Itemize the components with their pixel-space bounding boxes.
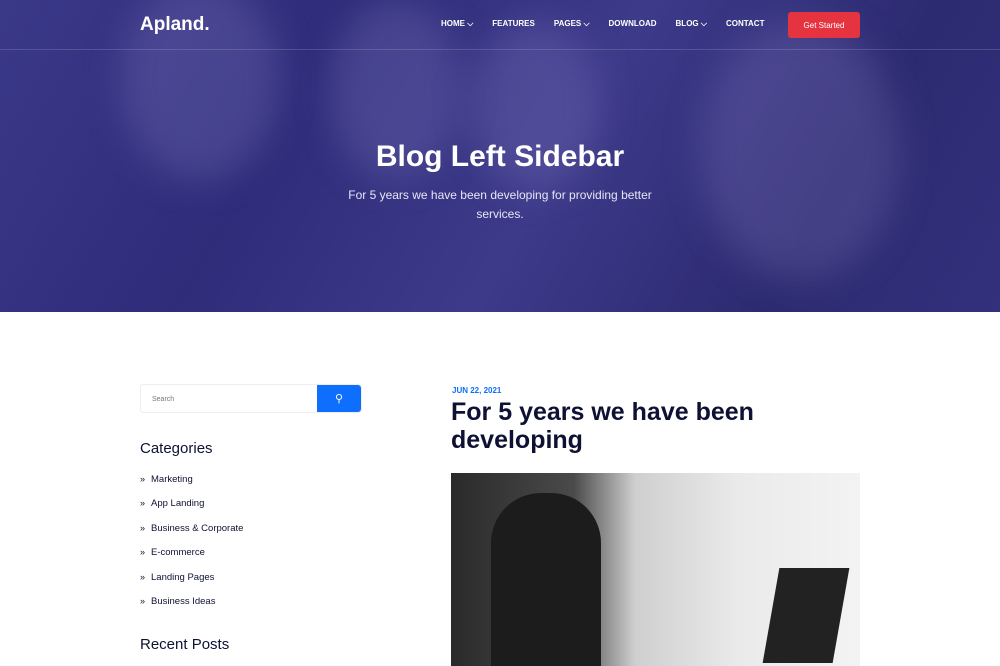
- search-box: Search ⚲: [140, 384, 362, 413]
- search-icon: ⚲: [334, 393, 344, 405]
- nav-blog[interactable]: BLOG ⌵: [676, 19, 707, 29]
- search-button[interactable]: ⚲: [317, 385, 361, 412]
- post-image: [451, 473, 860, 666]
- nav-features[interactable]: FEATURES: [492, 19, 535, 29]
- chevrons-icon: »: [140, 498, 146, 509]
- recent-posts-heading: Recent Posts: [140, 636, 230, 653]
- nav-pages[interactable]: PAGES ⌵: [554, 19, 590, 29]
- nav-home[interactable]: HOME ⌵: [441, 19, 473, 29]
- nav-download[interactable]: DOWNLOAD: [609, 19, 657, 29]
- logo[interactable]: Apland.: [140, 14, 210, 36]
- search-input[interactable]: Search: [141, 385, 317, 412]
- category-item[interactable]: » Landing Pages: [140, 572, 243, 596]
- post-date: JUN 22, 2021: [452, 386, 502, 395]
- category-item[interactable]: » Business & Corporate: [140, 523, 243, 547]
- chevrons-icon: »: [140, 595, 146, 606]
- chevrons-icon: »: [140, 547, 146, 558]
- post-title[interactable]: For 5 years we have been developing: [451, 398, 851, 454]
- page-subtitle: For 5 years we have been developing for …: [348, 188, 652, 221]
- category-item[interactable]: » Marketing: [140, 474, 243, 498]
- chevrons-icon: »: [140, 522, 146, 533]
- categories-list: » Marketing » App Landing » Business & Corp…: [140, 474, 243, 620]
- chevrons-icon: »: [140, 474, 146, 484]
- category-item[interactable]: » E-commerce: [140, 547, 243, 571]
- navbar: Apland. HOME ⌵ FEATURES PAGES ⌵ DOWNLOAD…: [0, 0, 1000, 50]
- chevrons-icon: »: [140, 571, 146, 582]
- categories-heading: Categories: [140, 440, 213, 457]
- category-item[interactable]: » App Landing: [140, 498, 243, 522]
- nav-contact[interactable]: CONTACT: [726, 19, 765, 29]
- hero-banner: Apland. HOME ⌵ FEATURES PAGES ⌵ DOWNLOAD…: [0, 0, 1000, 312]
- category-item[interactable]: » Business Ideas: [140, 596, 243, 620]
- page-title: Blog Left Sidebar: [375, 140, 625, 173]
- get-started-button[interactable]: Get Started: [788, 12, 860, 38]
